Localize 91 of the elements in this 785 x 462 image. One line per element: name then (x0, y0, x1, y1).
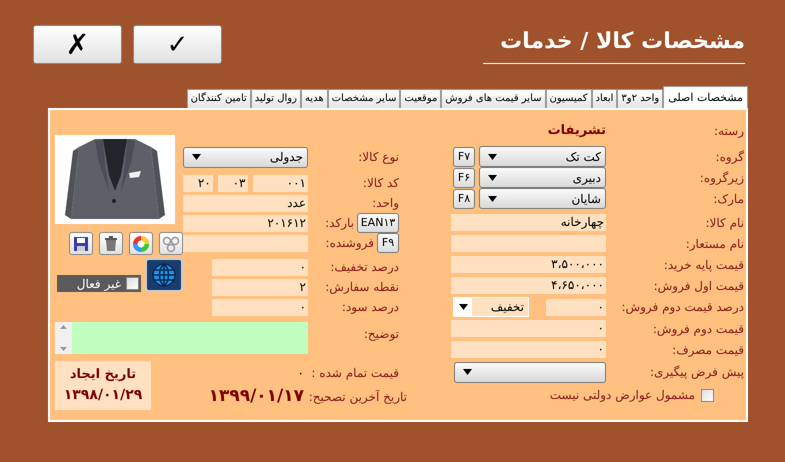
tab[interactable]: سایر قیمت های فروش (441, 89, 546, 108)
input-field[interactable]: عدد (183, 194, 308, 212)
dropdown[interactable]: جدولی (183, 146, 308, 168)
field-label: نوع کالا: (358, 149, 399, 166)
tab[interactable]: هدیه (300, 89, 328, 108)
field-label: تاریخ آخرین تصحیح: (308, 388, 407, 406)
tab[interactable]: تامین کنندگان (186, 89, 251, 108)
checkbox[interactable] (126, 277, 139, 290)
field-label: فروشنده: (326, 235, 374, 252)
cancel-button[interactable]: ✗ (33, 25, 122, 64)
save-button[interactable] (69, 232, 93, 255)
field-label: درصد تخفیف: (330, 259, 399, 276)
caret-icon (488, 154, 497, 160)
field-label: واحد: (372, 195, 399, 212)
input-field[interactable]: ۳،۵۰۰،۰۰۰ (451, 256, 606, 273)
dropdown[interactable]: کت تک (479, 146, 606, 167)
color-wheel-icon (132, 234, 150, 252)
checkbox-label: غیر فعال (76, 276, 121, 292)
confirm-button[interactable]: ✓ (133, 25, 222, 64)
shortcut-button[interactable]: F۶ (453, 168, 475, 188)
circles-icon (162, 234, 180, 252)
checkbox[interactable] (701, 388, 714, 402)
tab[interactable]: واحد ۲و۳ (617, 89, 664, 108)
scrollbar[interactable] (55, 322, 72, 354)
field-label: قیمت پایه خرید: (662, 256, 744, 274)
date-title: تاریخ ایجاد (70, 366, 136, 384)
tab[interactable]: روال تولید (250, 89, 301, 108)
field-label: رسته: (713, 123, 744, 140)
globe-button[interactable] (145, 258, 183, 292)
date-value: ۱۳۹۹/۰۱/۱۷ (208, 385, 304, 408)
input-field[interactable]: ۰ (451, 341, 606, 358)
field-label: کد کالا: (362, 175, 399, 192)
dropdown[interactable] (454, 362, 606, 382)
field-label: درصد سود: (342, 299, 399, 316)
input-field[interactable]: ۰۰۱ (252, 174, 308, 192)
trash-button[interactable] (99, 232, 123, 255)
circles-button[interactable] (159, 232, 183, 255)
input-field[interactable] (451, 235, 606, 252)
field-label: بارکد: (325, 215, 354, 232)
color-wheel-button[interactable] (129, 232, 153, 255)
input-field[interactable]: ۰ (212, 298, 308, 316)
trash-icon (102, 234, 120, 252)
field-label: زیرگروه: (698, 170, 744, 186)
field-label: نقطه سفارش: (325, 279, 399, 296)
date-value: ۱۳۹۸/۰۱/۲۹ (64, 386, 142, 405)
shortcut-button[interactable]: F۸ (453, 188, 475, 208)
tab[interactable]: سایر مشخصات (328, 89, 400, 108)
window-title: مشخصات کالا / خدمات (483, 25, 745, 64)
caret-icon (458, 304, 468, 310)
field-label: پیش فرض پیگیری: (648, 364, 744, 381)
field-label: درصد قیمت دوم فروش: (620, 299, 744, 316)
price-value: ۰ (298, 365, 304, 382)
field-label: قیمت تمام شده : (310, 365, 399, 382)
shortcut-button[interactable]: F۷ (453, 146, 475, 166)
field-label: گروه: (714, 148, 744, 166)
category-value: تشریفات (548, 122, 606, 140)
tab[interactable]: ابعاد (592, 89, 618, 108)
input-field[interactable] (183, 234, 308, 252)
input-field[interactable]: ۲۰ (183, 174, 213, 192)
input-field[interactable]: ۲ (212, 278, 308, 296)
caret-icon (463, 369, 472, 375)
shortcut-button[interactable]: F۹ (377, 233, 399, 253)
field-label: قیمت دوم فروش: (652, 320, 744, 338)
dropdown[interactable]: شایان (479, 188, 606, 209)
tab[interactable]: موقعیت (400, 89, 442, 108)
save-icon (72, 234, 90, 252)
input-field[interactable]: چهارخانه (451, 214, 606, 231)
input-field[interactable]: ۲۰۱۶۱۲ (183, 214, 308, 232)
caret-icon (488, 196, 497, 202)
dropdown[interactable]: تخفیف (453, 297, 529, 317)
input-field[interactable]: ۰ (451, 320, 606, 337)
checkbox-label: مشمول عوارض دولتی نیست (550, 387, 695, 404)
field-label: نام کالا: (704, 214, 744, 232)
tab[interactable]: مشخصات اصلی (663, 86, 748, 108)
field-label: مارک: (712, 190, 744, 208)
field-label: قیمت اول فروش: (652, 278, 744, 294)
field-label: قیمت مصرف: (671, 342, 744, 358)
dropdown[interactable]: دبیری (479, 167, 606, 188)
input-field[interactable]: ۰ (212, 258, 308, 276)
tab[interactable]: کمیسیون (546, 89, 592, 108)
scroll-up-icon[interactable] (60, 325, 67, 329)
globe-icon (151, 262, 177, 288)
caret-icon (488, 174, 497, 180)
input-field[interactable]: ۰ (546, 298, 606, 316)
input-field[interactable]: ۴،۶۵۰،۰۰۰ (451, 277, 606, 294)
field-label: نام مستعار: (684, 236, 744, 252)
caret-icon (192, 154, 201, 160)
input-field[interactable]: ۰۳ (218, 174, 248, 192)
scroll-down-icon[interactable] (60, 347, 67, 351)
field-label: توضیح: (364, 327, 399, 341)
shortcut-button[interactable]: EAN۱۳ (357, 213, 399, 233)
